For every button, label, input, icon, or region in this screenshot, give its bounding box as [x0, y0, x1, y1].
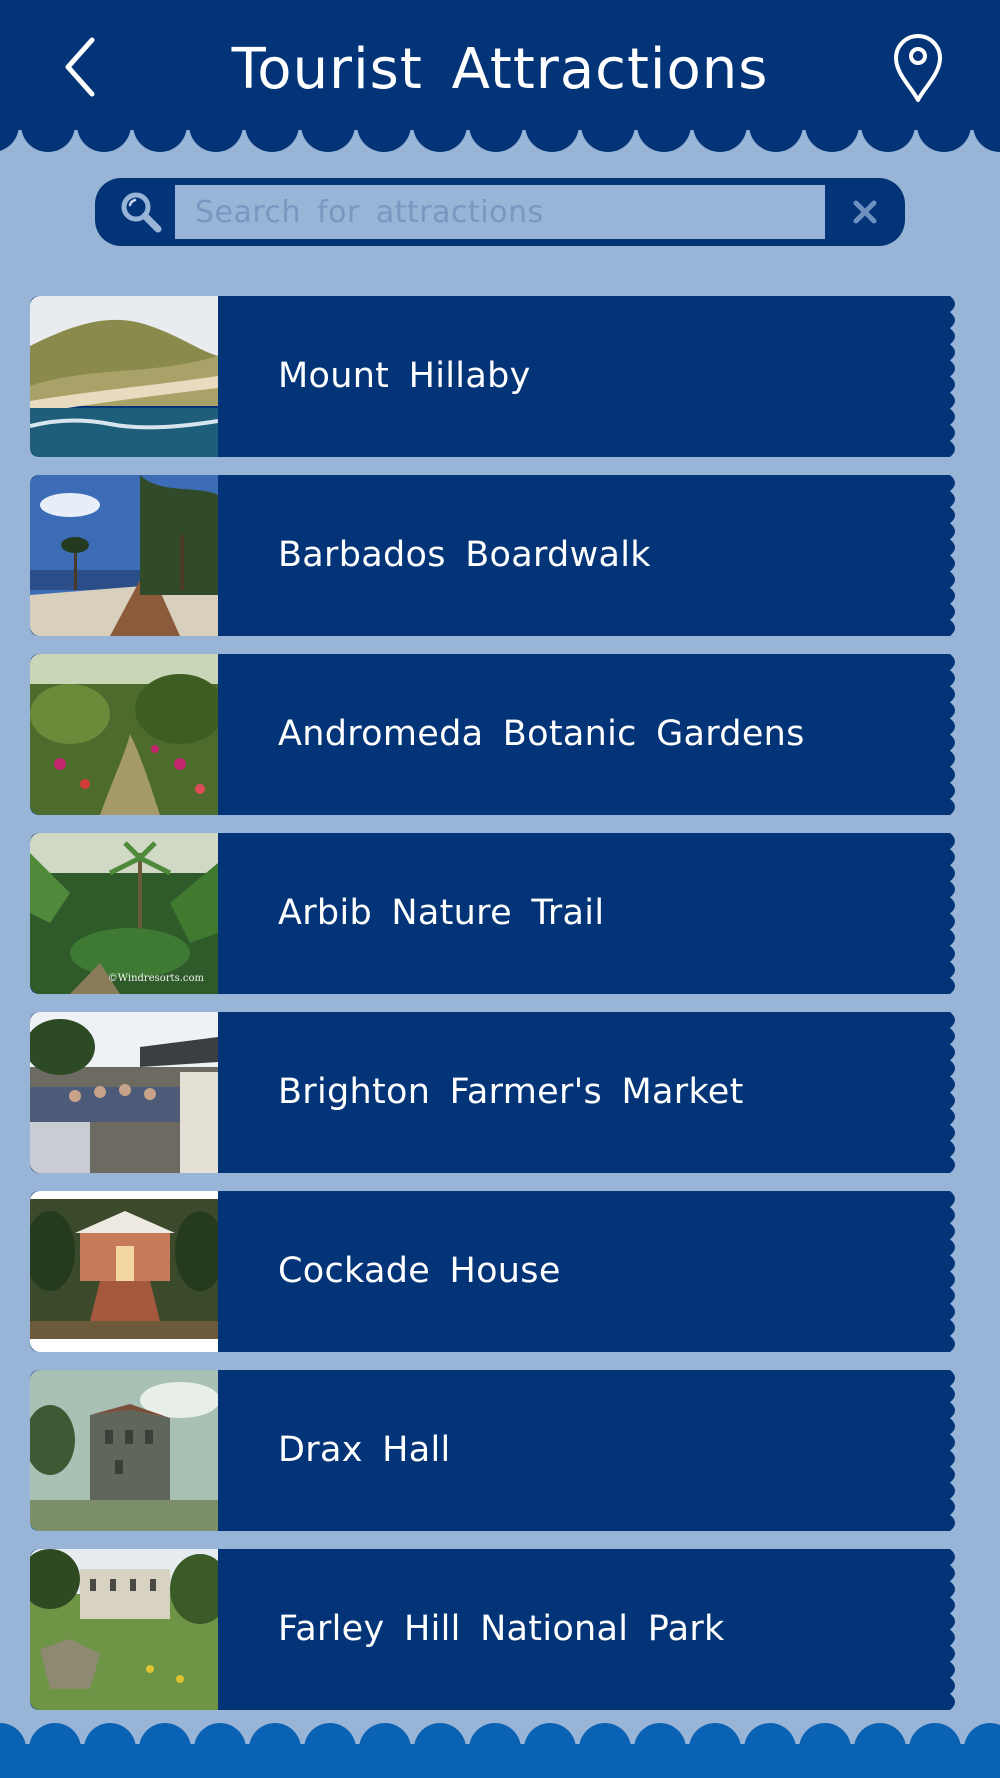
attraction-name: Farley Hill National Park: [278, 1609, 725, 1649]
map-button[interactable]: [890, 32, 946, 104]
attraction-thumbnail: [30, 1012, 218, 1173]
attraction-thumbnail: ©Windresorts.com: [30, 833, 218, 994]
attraction-item-brighton-farmers-market[interactable]: Brighton Farmer's Market: [30, 1012, 958, 1173]
search-bar: [95, 178, 905, 246]
search-icon: [121, 192, 162, 233]
attraction-name: Drax Hall: [278, 1430, 451, 1470]
attraction-name: Cockade House: [278, 1251, 561, 1291]
attraction-name: Andromeda Botanic Gardens: [278, 714, 805, 754]
attraction-item-drax-hall[interactable]: Drax Hall: [30, 1370, 958, 1531]
page-title: Tourist Attractions: [231, 37, 769, 102]
attraction-name: Mount Hillaby: [278, 356, 531, 396]
attraction-item-andromeda-botanic-gardens[interactable]: Andromeda Botanic Gardens: [30, 654, 958, 815]
attraction-thumbnail: [30, 654, 218, 815]
attraction-item-barbados-boardwalk[interactable]: Barbados Boardwalk: [30, 475, 958, 636]
header-scallop-edge: [0, 118, 1000, 152]
map-pin-icon: [894, 34, 942, 102]
app-header: Tourist Attractions: [0, 0, 1000, 130]
attraction-item-arbib-nature-trail[interactable]: ©Windresorts.com Arbib Nature Trail: [30, 833, 958, 994]
attraction-name: Brighton Farmer's Market: [278, 1072, 744, 1112]
attraction-thumbnail: [30, 1370, 218, 1531]
photo-watermark: ©Windresorts.com: [107, 973, 204, 984]
attraction-thumbnail: [30, 296, 218, 457]
attraction-thumbnail: [30, 1191, 218, 1352]
footer-wave: [0, 1723, 1000, 1778]
attractions-list: Mount Hillaby Barbados Boardwalk Androme…: [30, 296, 958, 1728]
attraction-item-farley-hill-national-park[interactable]: Farley Hill National Park: [30, 1549, 958, 1710]
close-icon: [853, 200, 877, 224]
attraction-item-mount-hillaby[interactable]: Mount Hillaby: [30, 296, 958, 457]
attraction-name: Barbados Boardwalk: [278, 535, 651, 575]
chevron-left-icon: [65, 37, 95, 97]
clear-search-button[interactable]: [840, 192, 890, 232]
search-input[interactable]: [175, 185, 825, 239]
attraction-item-cockade-house[interactable]: Cockade House: [30, 1191, 958, 1352]
attraction-thumbnail: [30, 1549, 218, 1710]
back-button[interactable]: [58, 32, 108, 102]
attraction-thumbnail: [30, 475, 218, 636]
attraction-name: Arbib Nature Trail: [278, 893, 605, 933]
